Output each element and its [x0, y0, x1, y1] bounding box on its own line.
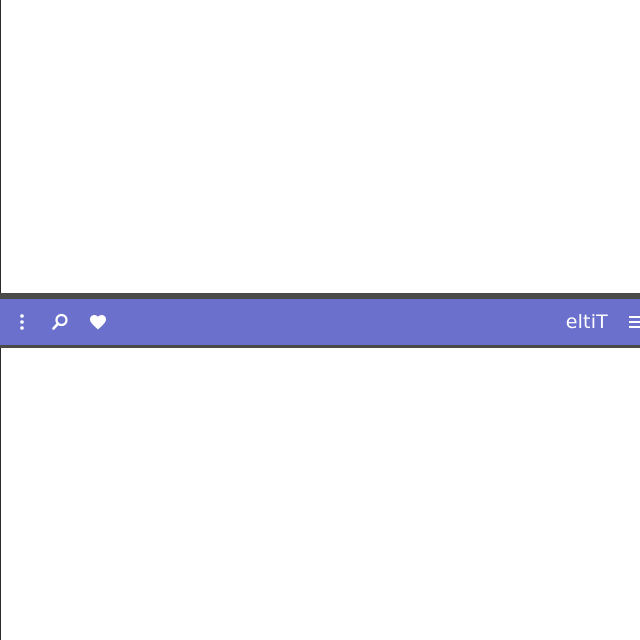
favorite-button[interactable]	[86, 299, 110, 345]
heart-icon	[89, 314, 107, 330]
menu-icon	[629, 315, 640, 329]
search-button[interactable]	[48, 299, 72, 345]
app-bar-content: Title	[0, 299, 640, 345]
app-bar: Title	[0, 293, 640, 348]
more-vert-icon	[19, 314, 25, 330]
search-icon	[51, 313, 69, 331]
app-bar-title: Title	[565, 311, 608, 333]
navigation-menu-button[interactable]	[628, 299, 640, 345]
more-options-button[interactable]	[12, 299, 32, 345]
